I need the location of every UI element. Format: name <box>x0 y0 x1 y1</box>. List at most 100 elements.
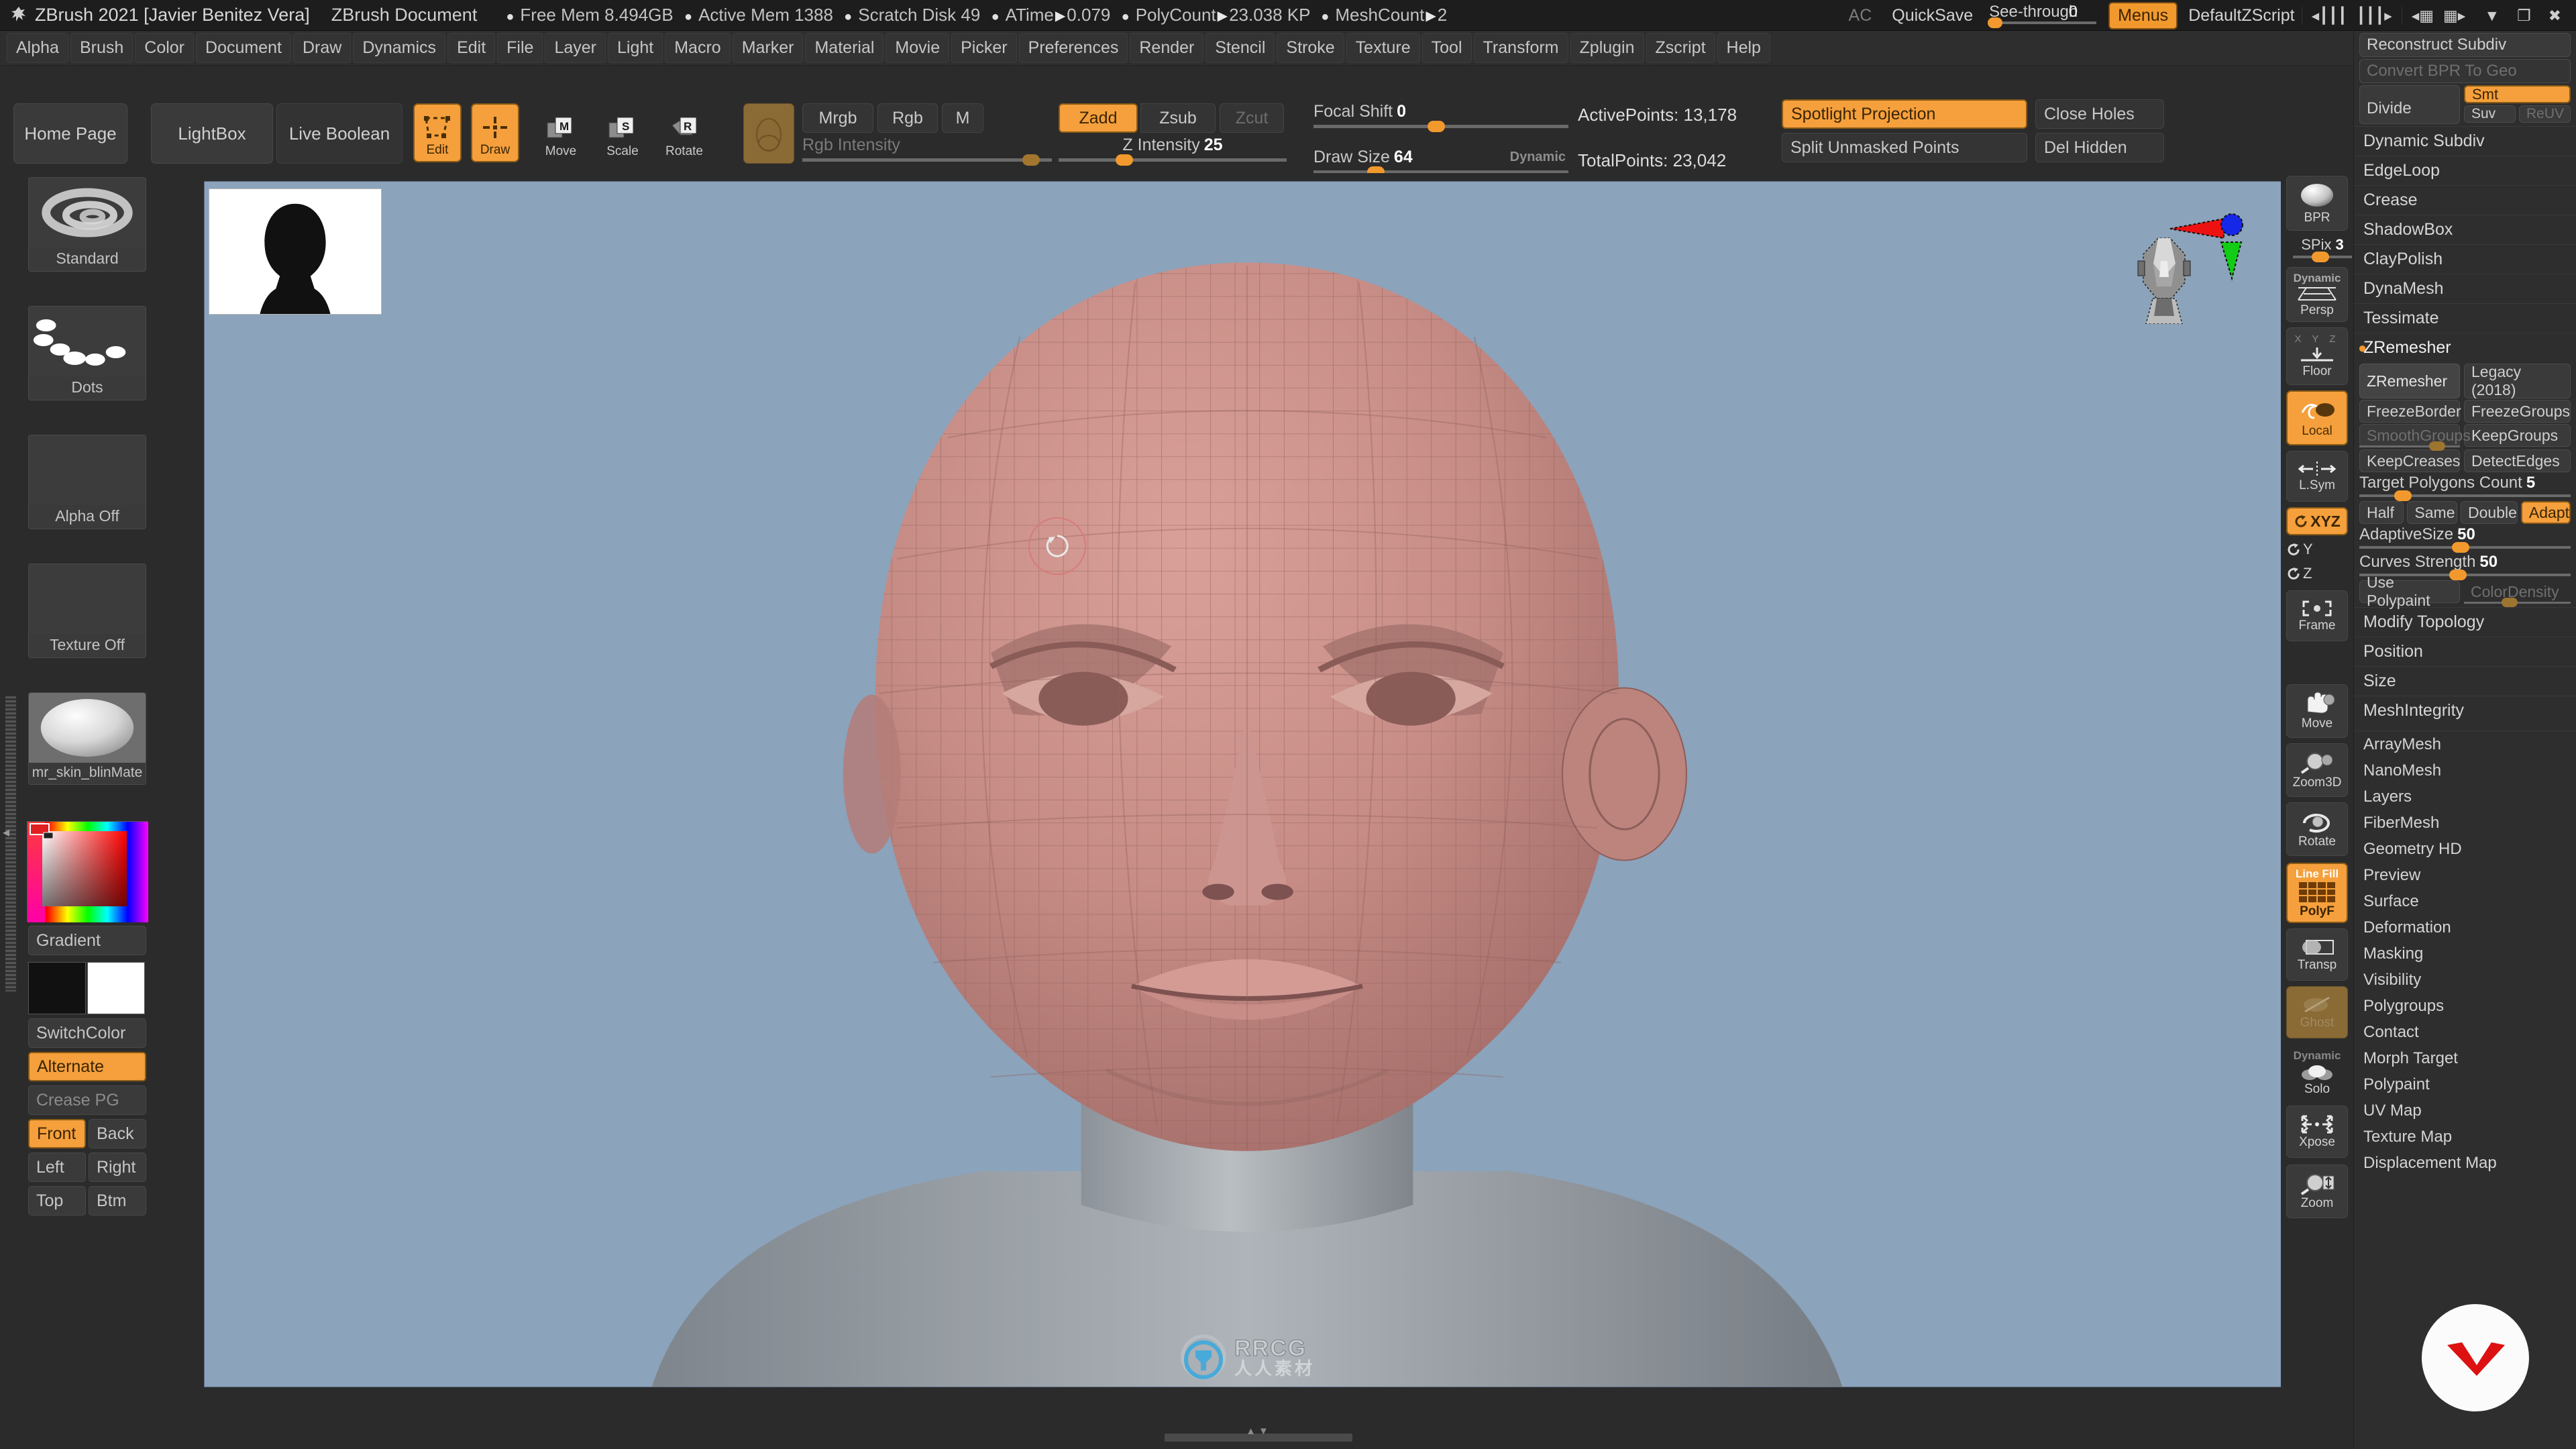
keep-creases-button[interactable]: KeepCreases <box>2359 449 2460 472</box>
scale-mode-button[interactable]: S Scale <box>598 103 647 162</box>
view-right-button[interactable]: Right <box>89 1152 146 1182</box>
list-item-polygroups[interactable]: Polygroups <box>2354 993 2576 1019</box>
local-button[interactable]: Local <box>2286 390 2348 445</box>
curves-strength-slider[interactable]: Curves Strength 50 <box>2359 553 2571 580</box>
live-boolean-button[interactable]: Live Boolean <box>276 103 402 164</box>
rgb-button[interactable]: Rgb <box>877 103 938 133</box>
list-item-displacement-map[interactable]: Displacement Map <box>2354 1150 2576 1176</box>
shelf-left-icon[interactable]: ◂┃┃┃ <box>2312 7 2347 25</box>
menu-zscript[interactable]: Zscript <box>1646 33 1715 63</box>
list-item-layers[interactable]: Layers <box>2354 784 2576 810</box>
xyz-button[interactable]: XYZ <box>2286 507 2348 535</box>
adaptive-size-slider[interactable]: AdaptiveSize 50 <box>2359 525 2571 553</box>
spix-knob[interactable] <box>2312 252 2329 262</box>
z-intensity-slider[interactable]: Z Intensity 25 <box>1059 136 1287 166</box>
detect-edges-button[interactable]: DetectEdges <box>2464 449 2571 472</box>
zoom3d-button[interactable]: Zoom3D <box>2286 743 2348 797</box>
divide-button[interactable]: Divide <box>2359 85 2460 124</box>
legacy-2018-button[interactable]: Legacy (2018) <box>2464 363 2571 398</box>
edit-mode-button[interactable]: Edit <box>413 103 462 162</box>
suv-button[interactable]: Suv <box>2464 105 2516 123</box>
switch-color-button[interactable]: SwitchColor <box>28 1018 146 1048</box>
current-texture-thumb[interactable]: Texture Off <box>28 564 146 658</box>
view-btm-button[interactable]: Btm <box>89 1186 146 1216</box>
menu-preferences[interactable]: Preferences <box>1018 33 1128 63</box>
section-modify-topology[interactable]: Modify Topology <box>2354 607 2576 637</box>
zsub-button[interactable]: Zsub <box>1140 103 1216 133</box>
section-tessimate[interactable]: Tessimate <box>2354 303 2576 333</box>
current-stroke-thumb[interactable]: Dots <box>28 306 146 400</box>
mrgb-button[interactable]: Mrgb <box>802 103 873 133</box>
menus-toggle-button[interactable]: Menus <box>2108 1 2178 30</box>
see-through-slider[interactable]: See-through 0 <box>1988 1 2100 30</box>
ghost-button[interactable]: Ghost <box>2286 986 2348 1038</box>
list-item-geometry-hd[interactable]: Geometry HD <box>2354 836 2576 862</box>
zremesher-button[interactable]: ZRemesher <box>2359 364 2460 398</box>
menu-zplugin[interactable]: Zplugin <box>1570 33 1644 63</box>
view-top-button[interactable]: Top <box>28 1186 86 1216</box>
keep-groups-button[interactable]: KeepGroups <box>2464 424 2571 447</box>
color-picker[interactable] <box>27 821 148 922</box>
same-button[interactable]: Same <box>2407 501 2457 524</box>
z-intensity-knob[interactable] <box>1116 154 1133 166</box>
minimize-icon[interactable]: ▼ <box>2484 7 2500 25</box>
lightbox-button[interactable]: LightBox <box>151 103 273 164</box>
reconstruct-subdiv-button[interactable]: Reconstruct Subdiv <box>2359 33 2571 57</box>
floor-button[interactable]: X Y Z Floor <box>2286 327 2348 385</box>
solo-button[interactable]: Dynamic Solo <box>2286 1044 2348 1102</box>
section-claypolish[interactable]: ClayPolish <box>2354 244 2576 274</box>
list-item-deformation[interactable]: Deformation <box>2354 914 2576 941</box>
rgb-intensity-slider[interactable]: Rgb Intensity <box>802 136 1052 166</box>
draw-mode-button[interactable]: Draw <box>471 103 519 162</box>
canvas-preview-thumbnail[interactable] <box>209 189 382 315</box>
target-polygons-knob[interactable] <box>2394 490 2412 501</box>
menu-file[interactable]: File <box>497 33 543 63</box>
zadd-button[interactable]: Zadd <box>1059 103 1138 133</box>
curves-strength-knob[interactable] <box>2449 570 2467 580</box>
menu-tool[interactable]: Tool <box>1421 33 1472 63</box>
rgb-intensity-knob[interactable] <box>1022 154 1040 166</box>
menu-macro[interactable]: Macro <box>665 33 731 63</box>
bottom-scrollbar[interactable]: ▲▼ <box>164 1426 2353 1449</box>
focal-shift-knob[interactable] <box>1428 121 1445 132</box>
gradient-button[interactable]: Gradient <box>28 926 146 955</box>
left-shelf-collapse-icon[interactable]: ◂ <box>3 824 9 841</box>
target-polygons-slider[interactable]: Target Polygons Count 5 <box>2359 474 2571 501</box>
menu-movie[interactable]: Movie <box>885 33 950 63</box>
secondary-color-swatch[interactable] <box>87 962 145 1014</box>
draw-size-slider[interactable]: Draw Size 64 Dynamic <box>1313 148 1568 178</box>
list-item-preview[interactable]: Preview <box>2354 862 2576 888</box>
menu-layer[interactable]: Layer <box>545 33 606 63</box>
tray-right-icon[interactable]: ▦▸ <box>2443 7 2465 25</box>
menu-document[interactable]: Document <box>196 33 291 63</box>
menu-material[interactable]: Material <box>805 33 884 63</box>
polyframe-button[interactable]: Line Fill PolyF <box>2286 863 2348 923</box>
menu-color[interactable]: Color <box>135 33 195 63</box>
freeze-border-button[interactable]: FreezeBorder <box>2359 400 2461 423</box>
section-meshintegrity[interactable]: MeshIntegrity <box>2354 696 2576 725</box>
menu-render[interactable]: Render <box>1130 33 1204 63</box>
primary-color-swatch[interactable] <box>28 962 86 1014</box>
list-item-masking[interactable]: Masking <box>2354 941 2576 967</box>
freeze-groups-button[interactable]: FreezeGroups <box>2464 400 2571 423</box>
split-unmasked-points-button[interactable]: Split Unmasked Points <box>1782 133 2027 162</box>
menu-alpha[interactable]: Alpha <box>7 33 68 63</box>
smooth-groups-slider[interactable]: SmoothGroups <box>2359 424 2471 451</box>
double-button[interactable]: Double <box>2461 501 2518 524</box>
menu-stencil[interactable]: Stencil <box>1205 33 1275 63</box>
list-item-polypaint[interactable]: Polypaint <box>2354 1071 2576 1097</box>
use-polypaint-button[interactable]: Use Polypaint <box>2359 574 2460 609</box>
zcut-button[interactable]: Zcut <box>1220 103 1284 133</box>
smooth-groups-knob[interactable] <box>2429 441 2445 451</box>
current-brush-thumb[interactable]: Standard <box>28 177 146 272</box>
quicksave-button[interactable]: QuickSave <box>1881 6 1984 25</box>
menu-light[interactable]: Light <box>608 33 663 63</box>
restore-icon[interactable]: ❐ <box>2517 7 2531 25</box>
current-alpha-thumb[interactable]: Alpha Off <box>28 435 146 529</box>
crease-pg-button[interactable]: Crease PG <box>28 1085 146 1115</box>
menu-help[interactable]: Help <box>1717 33 1770 63</box>
view-front-button[interactable]: Front <box>28 1119 86 1148</box>
section-dynamesh[interactable]: DynaMesh <box>2354 274 2576 303</box>
list-item-fibermesh[interactable]: FiberMesh <box>2354 810 2576 836</box>
tray-left-icon[interactable]: ◂▦ <box>2412 7 2434 25</box>
